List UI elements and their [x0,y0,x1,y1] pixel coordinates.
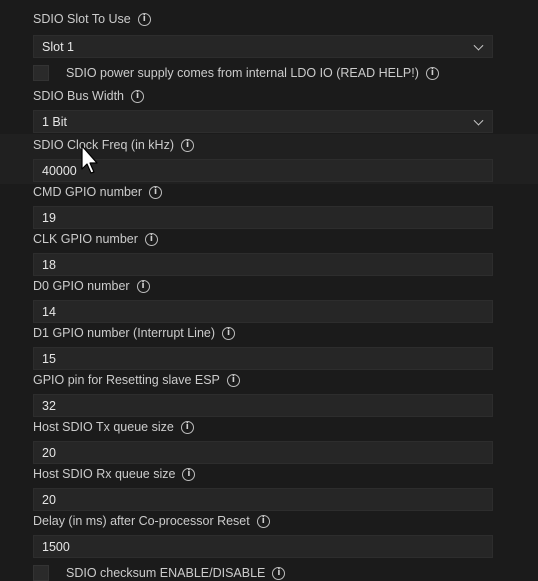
sdio-bus-width-select[interactable]: 1 Bit [33,110,493,133]
info-icon[interactable]: i [144,232,158,246]
info-icon[interactable]: i [226,373,240,387]
chevron-down-icon [473,115,484,126]
sdio-clock-label: SDIO Clock Freq (in kHz) i [33,137,194,153]
d0-gpio-label: D0 GPIO number i [33,278,150,294]
clk-gpio-label: CLK GPIO number i [33,231,158,247]
rx-queue-label: Host SDIO Rx queue size i [33,466,196,482]
info-icon[interactable]: i [272,566,286,580]
info-icon[interactable]: i [181,138,194,152]
info-icon[interactable]: i [137,12,151,26]
cmd-gpio-input[interactable]: 19 [33,206,493,229]
info-icon[interactable]: i [256,514,270,528]
d1-gpio-label: D1 GPIO number (Interrupt Line) i [33,325,236,341]
sdio-bus-width-label: SDIO Bus Width i [33,88,144,104]
sdio-slot-label: SDIO Slot To Use i [33,11,151,27]
info-icon[interactable]: i [180,420,194,434]
mouse-cursor-icon [81,145,98,174]
rx-queue-input[interactable]: 20 [33,488,493,511]
d1-gpio-input[interactable]: 15 [33,347,493,370]
d0-gpio-input[interactable]: 14 [33,300,493,323]
info-icon[interactable]: i [131,89,144,103]
sdio-clock-input[interactable]: 40000 [33,159,493,182]
info-icon[interactable]: i [425,66,439,80]
checksum-checkbox[interactable] [33,565,49,581]
clk-gpio-input[interactable]: 18 [33,253,493,276]
ldo-checkbox[interactable] [33,65,49,81]
checksum-checkbox-row[interactable]: SDIO checksum ENABLE/DISABLE i [33,565,286,581]
info-icon[interactable]: i [182,467,196,481]
ldo-checkbox-row[interactable]: SDIO power supply comes from internal LD… [33,65,439,81]
reset-gpio-input[interactable]: 32 [33,394,493,417]
reset-gpio-label: GPIO pin for Resetting slave ESP i [33,372,240,388]
reset-delay-label: Delay (in ms) after Co-processor Reset i [33,513,270,529]
info-icon[interactable]: i [136,279,150,293]
info-icon[interactable]: i [222,326,236,340]
tx-queue-input[interactable]: 20 [33,441,493,464]
info-icon[interactable]: i [149,185,163,199]
reset-delay-input[interactable]: 1500 [33,535,493,558]
cmd-gpio-label: CMD GPIO number i [33,184,163,200]
tx-queue-label: Host SDIO Tx queue size i [33,419,194,435]
sdio-slot-select[interactable]: Slot 1 [33,35,493,58]
chevron-down-icon [473,40,484,51]
